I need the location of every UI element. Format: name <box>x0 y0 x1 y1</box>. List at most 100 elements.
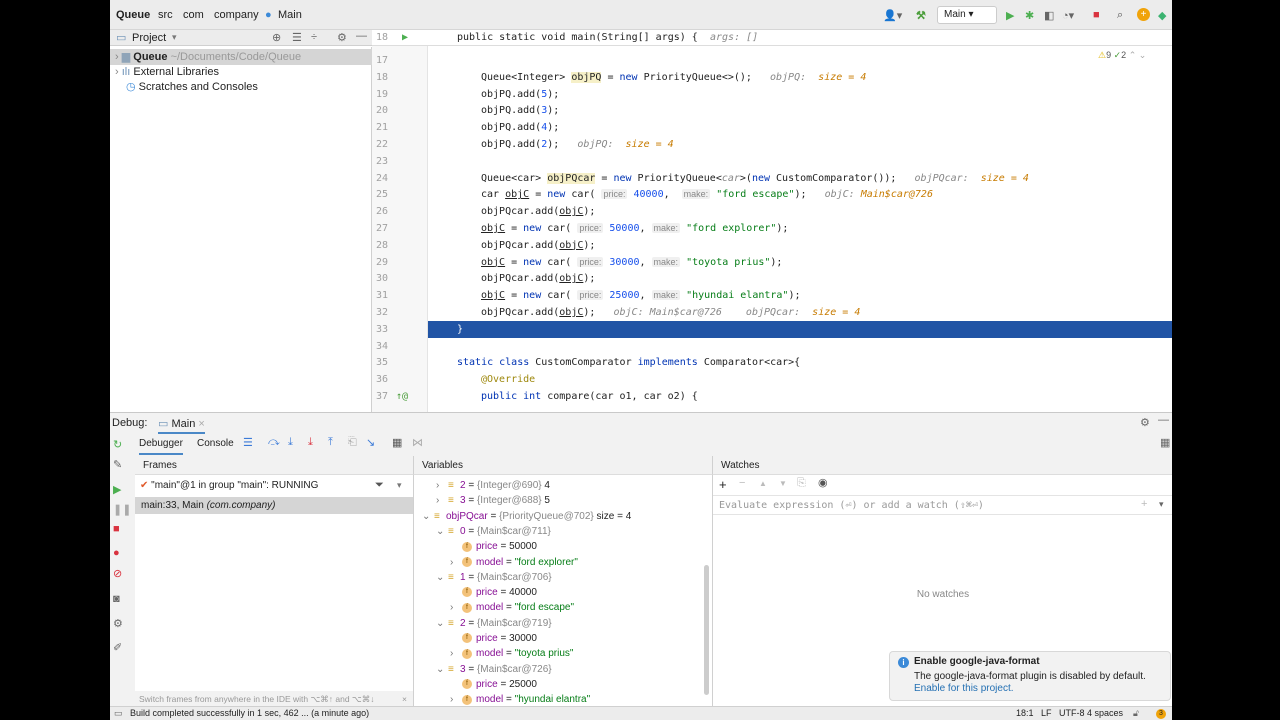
profile-icon[interactable]: ◔▾ <box>1062 9 1074 22</box>
expand-icon[interactable]: › <box>450 692 462 707</box>
variables-scrollbar[interactable] <box>704 565 709 695</box>
tree-item-scratches[interactable]: ◷ Scratches and Consoles <box>110 79 372 95</box>
sticky-header-line[interactable]: 18 ▶ public static void main(String[] ar… <box>372 30 1172 46</box>
code-line[interactable]: 32 objPQcar.add(objC); objC: Main$car@726… <box>372 304 1172 321</box>
eye-icon[interactable]: ◉ <box>818 476 828 489</box>
stack-frame-item[interactable]: main:33, Main (com.company) <box>135 497 413 514</box>
expand-icon[interactable]: › <box>436 493 448 508</box>
expand-all-icon[interactable]: ☰ <box>292 31 302 44</box>
tool-windows-icon[interactable]: ▭ <box>114 707 123 720</box>
code-line[interactable]: 21 objPQ.add(4); <box>372 119 1172 136</box>
lock-icon[interactable]: 🔓︎ <box>1133 707 1139 720</box>
gear-icon[interactable]: ⚙ <box>337 31 347 44</box>
indent-setting[interactable]: 4 spaces <box>1087 707 1123 720</box>
close-icon[interactable]: × <box>402 691 407 707</box>
code-line[interactable]: 35 static class CustomComparator implemen… <box>372 354 1172 371</box>
code-editor[interactable]: 18 ▶ public static void main(String[] ar… <box>372 30 1172 412</box>
event-log-badge[interactable]: 3 <box>1156 709 1166 719</box>
chevron-down-icon[interactable]: ▾ <box>1159 499 1164 510</box>
settings-icon[interactable]: ⚙ <box>113 617 123 630</box>
remove-watch-icon[interactable]: − <box>739 477 745 489</box>
code-line[interactable]: 22 objPQ.add(2); objPQ: size = 4 <box>372 136 1172 153</box>
code-line[interactable]: 34 <box>372 338 1172 355</box>
watch-expression-input[interactable]: Evaluate expression (⏎) or add a watch (… <box>713 495 1172 515</box>
debug-icon[interactable]: ✱ <box>1025 9 1034 22</box>
run-to-cursor-icon[interactable]: ↘ <box>366 436 375 449</box>
status-message[interactable]: Build completed successfully in 1 sec, 4… <box>130 707 369 720</box>
hide-icon[interactable]: — <box>356 30 367 42</box>
gear-icon[interactable]: ⚙ <box>1140 416 1150 429</box>
variable-row[interactable]: ⌄ ≡ objPQcar = {PriorityQueue@702} size = … <box>422 509 631 524</box>
tree-item-queue[interactable]: › ▆ Queue ~/Documents/Code/Queue <box>110 49 372 65</box>
code-line[interactable]: 20 objPQ.add(3); <box>372 102 1172 119</box>
stop-icon[interactable]: ■ <box>113 523 120 535</box>
breadcrumb-src[interactable]: src <box>158 9 173 21</box>
code-line[interactable]: 18Queue<Integer> objPQ = new PriorityQue… <box>372 69 1172 86</box>
show-execution-point-icon[interactable]: ☰ <box>243 436 253 449</box>
move-up-icon[interactable]: ▲ <box>759 479 767 488</box>
collapse-icon[interactable]: ⌄ <box>436 662 448 677</box>
variable-row[interactable]: › f model = "ford escape" <box>450 600 574 615</box>
code-line[interactable]: 28 objPQcar.add(objC); <box>372 237 1172 254</box>
breadcrumb-com[interactable]: com <box>183 9 204 21</box>
user-icon[interactable]: 👤▾ <box>883 9 902 22</box>
debug-session-tab[interactable]: ▭ Main × <box>158 417 205 434</box>
mute-breakpoints-icon[interactable]: ⊘ <box>113 567 122 580</box>
code-line[interactable]: 29 objC = new car( price: 30000, make: "t… <box>372 254 1172 271</box>
chevron-down-icon[interactable]: ▾ <box>397 480 402 491</box>
run-config-select[interactable]: Main ▾ <box>937 6 997 24</box>
variable-row[interactable]: f price = 30000 <box>450 631 537 646</box>
variable-row[interactable]: › f model = "ford explorer" <box>450 555 578 570</box>
enable-plugin-link[interactable]: Enable for this project. <box>914 683 1014 694</box>
breadcrumb-main[interactable]: Main <box>278 9 302 21</box>
collapse-icon[interactable]: ⌄ <box>436 524 448 539</box>
expand-icon[interactable]: › <box>436 478 448 493</box>
plugin-icon[interactable]: ◆ <box>1158 9 1166 22</box>
settings-wrench-icon[interactable]: ✎ <box>113 458 122 471</box>
layout-icon[interactable]: ▦ <box>1160 436 1170 449</box>
code-line[interactable]: 19objPQ.add(5); <box>372 86 1172 103</box>
step-over-icon[interactable]: ⤼ <box>268 436 280 449</box>
resume-icon[interactable]: ▶ <box>113 483 121 496</box>
code-line[interactable]: 37 ↑@ public int compare(car o1, car o2) { <box>372 388 1172 405</box>
force-step-into-icon[interactable]: ⤓ <box>308 436 313 449</box>
collapse-all-icon[interactable]: ÷ <box>311 31 317 43</box>
file-encoding[interactable]: UTF-8 <box>1059 707 1085 720</box>
run-icon[interactable]: ▶ <box>1006 9 1014 22</box>
variable-row[interactable]: ⌄ ≡ 0 = {Main$car@711} <box>436 524 551 539</box>
variable-row[interactable]: ⌄ ≡ 3 = {Main$car@726} <box>436 662 552 677</box>
stop-icon[interactable]: ■ <box>1093 9 1100 21</box>
thread-select[interactable]: ✔ "main"@1 in group "main": RUNNING <box>140 480 318 491</box>
expand-icon[interactable]: › <box>450 555 462 570</box>
variable-row[interactable]: f price = 50000 <box>450 539 537 554</box>
rerun-icon[interactable]: ↻ <box>113 438 122 451</box>
pause-icon[interactable]: ❚❚ <box>113 503 131 516</box>
code-line[interactable]: 27 objC = new car( price: 50000, make: "f… <box>372 220 1172 237</box>
tab-debugger[interactable]: Debugger <box>139 438 183 455</box>
drop-frame-icon[interactable]: ⎗ <box>348 436 357 449</box>
expand-icon[interactable]: › <box>450 600 462 615</box>
pin-icon[interactable]: ✐ <box>113 641 122 654</box>
evaluate-expression-icon[interactable]: ▦ <box>392 436 402 449</box>
code-line[interactable]: 17 <box>372 52 1172 69</box>
camera-icon[interactable]: ◙ <box>113 593 120 605</box>
variable-row[interactable]: f price = 40000 <box>450 585 537 600</box>
breadcrumb-queue[interactable]: Queue <box>116 9 150 21</box>
caret-position[interactable]: 18:1 <box>1016 707 1034 720</box>
tab-console[interactable]: Console <box>197 438 234 449</box>
coverage-icon[interactable]: ◧ <box>1044 9 1054 22</box>
code-line[interactable]: 30 objPQcar.add(objC); <box>372 270 1172 287</box>
build-hammer-icon[interactable]: ⚒ <box>916 9 926 22</box>
variable-row[interactable]: ⌄ ≡ 2 = {Main$car@719} <box>436 616 552 631</box>
code-line[interactable]: 26 objPQcar.add(objC); <box>372 203 1172 220</box>
run-gutter-icon[interactable]: ▶ <box>402 30 408 46</box>
expand-icon[interactable]: › <box>450 646 462 661</box>
update-icon[interactable]: + <box>1137 8 1150 21</box>
collapse-icon[interactable]: ⌄ <box>422 509 434 524</box>
collapse-icon[interactable]: ⌄ <box>436 570 448 585</box>
code-line[interactable]: 33} <box>372 320 1172 338</box>
trace-icon[interactable]: ⋈ <box>412 436 423 449</box>
hide-icon[interactable]: — <box>1158 414 1169 426</box>
move-down-icon[interactable]: ▼ <box>779 479 787 488</box>
add-to-watches-icon[interactable]: + <box>1141 498 1147 510</box>
